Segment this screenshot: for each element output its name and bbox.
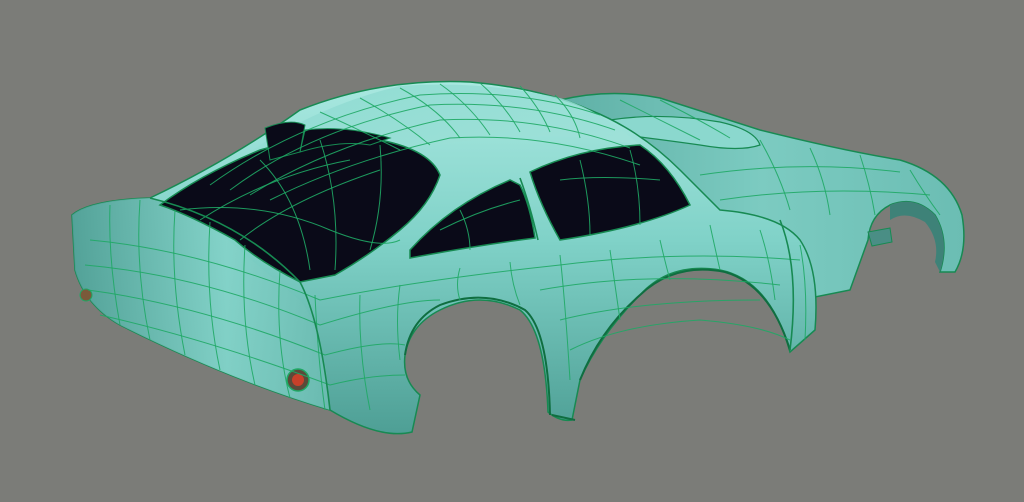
3d-viewport[interactable] [0, 0, 1024, 502]
car-body-render [71, 80, 965, 435]
